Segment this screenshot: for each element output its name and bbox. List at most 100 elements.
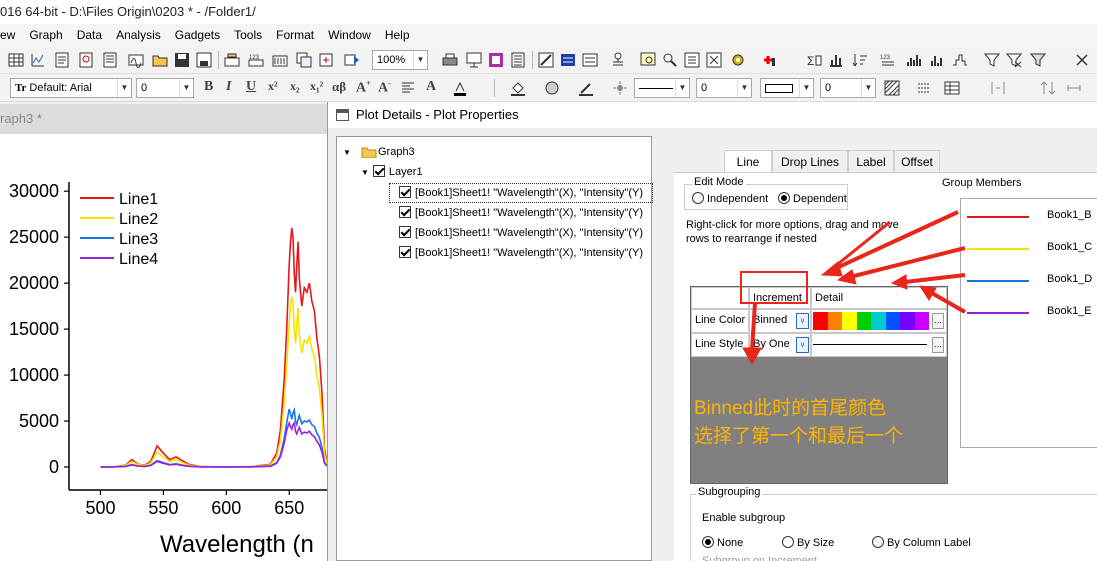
more-button[interactable]: ...	[932, 313, 944, 329]
script-window-icon[interactable]	[582, 52, 598, 68]
save-icon[interactable]	[174, 52, 190, 68]
code-builder-icon[interactable]	[538, 52, 554, 68]
menu-data[interactable]: Data	[70, 24, 109, 46]
group-member-row[interactable]: Book1_E	[961, 303, 1097, 323]
increment-select[interactable]: Binned ∨	[749, 309, 811, 333]
greek-icon[interactable]: αβ	[332, 79, 346, 95]
new-matrix-icon[interactable]	[54, 52, 70, 68]
chevron-down-icon[interactable]: ∨	[796, 337, 809, 353]
sun-icon[interactable]	[612, 80, 628, 96]
tree-node-plot[interactable]: [Book1]Sheet1! "Wavelength"(X), "Intensi…	[399, 224, 643, 242]
new-notes-icon[interactable]	[102, 52, 118, 68]
filter-clear-icon[interactable]	[1006, 52, 1022, 68]
new-layout-icon[interactable]	[78, 52, 94, 68]
color-detail-cell[interactable]: ...	[811, 309, 947, 333]
subscript-icon[interactable]: x₂	[290, 79, 300, 94]
print-icon[interactable]	[442, 52, 458, 68]
tab-line[interactable]: Line	[724, 150, 772, 172]
subgroup-none-radio[interactable]: None	[702, 536, 743, 549]
radio-icon[interactable]	[702, 536, 714, 548]
fill-color-icon[interactable]	[510, 80, 526, 96]
line-color-icon[interactable]	[578, 80, 594, 96]
line-width-combo[interactable]: 0 ▼	[696, 78, 752, 98]
table-icon[interactable]	[944, 80, 960, 96]
project-explorer-icon[interactable]	[488, 52, 504, 68]
line-style-combo[interactable]: ▼	[634, 78, 690, 98]
command-window-icon[interactable]	[560, 52, 576, 68]
tab-offset[interactable]: Offset	[894, 150, 940, 172]
column-chart-icon[interactable]	[906, 52, 922, 68]
refresh-icon[interactable]	[318, 52, 334, 68]
graph-window-tab[interactable]: raph3 *	[0, 104, 327, 134]
close-icon[interactable]	[1074, 52, 1090, 68]
chevron-down-icon[interactable]: ▼	[675, 79, 689, 97]
sum-icon[interactable]: Σ	[806, 52, 822, 68]
menu-graph[interactable]: Graph	[22, 24, 69, 46]
group-member-row[interactable]: Book1_B	[961, 207, 1097, 227]
underline-icon[interactable]: U	[246, 79, 256, 95]
data-reader-icon[interactable]	[662, 52, 678, 68]
menu-analysis[interactable]: Analysis	[109, 24, 168, 46]
font-size-combo[interactable]: 0 ▼	[136, 78, 194, 98]
results-log-icon[interactable]	[510, 52, 526, 68]
plot-checkbox[interactable]	[399, 206, 411, 218]
save-template-icon[interactable]	[196, 52, 212, 68]
distribute-icon[interactable]	[1066, 80, 1082, 96]
decrease-font-icon[interactable]: A-	[378, 79, 391, 97]
tab-drop-lines[interactable]: Drop Lines	[772, 150, 848, 172]
import-ascii-icon[interactable]	[224, 52, 240, 68]
merge-icon[interactable]	[990, 80, 1006, 96]
add-layer-icon[interactable]	[760, 52, 776, 68]
symbol-size-combo[interactable]: 0 ▼	[820, 78, 876, 98]
sort-icon[interactable]	[852, 52, 868, 68]
font-color-icon[interactable]: A	[426, 79, 436, 95]
set-values-icon[interactable]: 123	[880, 52, 896, 68]
tree-node-plot[interactable]: [Book1]Sheet1! "Wavelength"(X), "Intensi…	[399, 204, 643, 222]
tab-label[interactable]: Label	[848, 150, 894, 172]
radio-icon[interactable]	[872, 536, 884, 548]
plot-checkbox[interactable]	[399, 186, 411, 198]
batch-icon[interactable]	[344, 52, 360, 68]
font-combo[interactable]: Tr Default: Arial ▼	[10, 78, 132, 98]
report-icon[interactable]	[706, 52, 722, 68]
subgroup-by-column-label-radio[interactable]: By Column Label	[872, 536, 971, 549]
dependent-radio[interactable]: Dependent	[778, 192, 847, 205]
group-member-row[interactable]: Book1_C	[961, 239, 1097, 259]
radio-icon[interactable]	[692, 192, 704, 204]
bar-chart-icon[interactable]	[930, 52, 946, 68]
copy-page-icon[interactable]	[296, 52, 312, 68]
tree-node-graph[interactable]: ▼ Graph3	[343, 143, 415, 161]
worksheet-query-icon[interactable]	[684, 52, 700, 68]
chevron-down-icon[interactable]: ∨	[796, 313, 809, 329]
filter-toggle-icon[interactable]	[1030, 52, 1046, 68]
present-icon[interactable]	[466, 52, 482, 68]
chevron-down-icon[interactable]: ▼	[861, 79, 875, 97]
italic-icon[interactable]: I	[226, 79, 231, 95]
import-wizard-icon[interactable]	[272, 52, 288, 68]
gridlines-icon[interactable]	[916, 80, 932, 96]
group-member-row[interactable]: Book1_D	[961, 271, 1097, 291]
pattern-fill-icon[interactable]	[884, 80, 900, 96]
sub-superscript-icon[interactable]: x₁²	[310, 79, 323, 94]
plot-checkbox[interactable]	[399, 226, 411, 238]
import-multiple-icon[interactable]: 123	[248, 52, 264, 68]
symbol-combo[interactable]: ▼	[760, 78, 814, 98]
chevron-down-icon[interactable]: ▼	[117, 79, 131, 97]
menu-window[interactable]: Window	[321, 24, 378, 46]
menu-gadgets[interactable]: Gadgets	[168, 24, 227, 46]
collapse-icon[interactable]: ▼	[361, 168, 369, 177]
increment-select[interactable]: By One ∨	[749, 333, 811, 357]
menu-tools[interactable]: Tools	[227, 24, 269, 46]
align-icon[interactable]	[400, 80, 416, 96]
chevron-down-icon[interactable]: ▼	[413, 51, 427, 69]
new-function-icon[interactable]	[128, 52, 144, 68]
object-manager-icon[interactable]	[610, 52, 626, 68]
new-worksheet-icon[interactable]	[8, 52, 24, 68]
menu-help[interactable]: Help	[378, 24, 417, 46]
tree-node-plot[interactable]: [Book1]Sheet1! "Wavelength"(X), "Intensi…	[399, 184, 643, 202]
subgroup-by-size-radio[interactable]: By Size	[782, 536, 834, 549]
menu-view[interactable]: ew	[0, 24, 22, 46]
chevron-down-icon[interactable]: ▼	[737, 79, 751, 97]
arrange-icon[interactable]	[1040, 80, 1056, 96]
increase-font-icon[interactable]: A+	[356, 79, 371, 97]
